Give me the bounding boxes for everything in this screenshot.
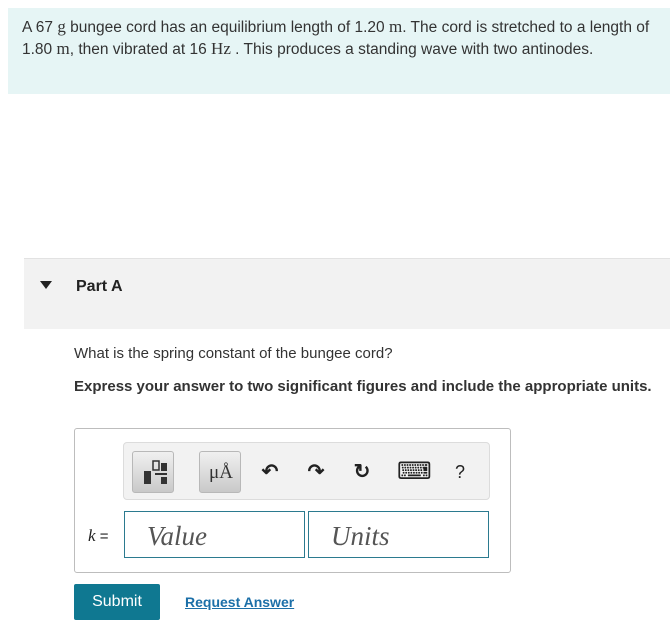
redo-icon[interactable]: ↷ xyxy=(303,459,329,485)
keyboard-icon[interactable]: ⌨ xyxy=(397,459,432,485)
unit-grams: g xyxy=(57,17,66,36)
question-text: What is the spring constant of the bunge… xyxy=(74,345,393,362)
answer-area: μÅ ↶ ↷ ↻ ⌨ ? k = Value Units xyxy=(74,428,511,573)
unit-hertz: Hz xyxy=(211,39,231,58)
units-input[interactable]: Units xyxy=(308,511,489,558)
problem-text-5: . This produces a standing wave with two… xyxy=(230,41,594,58)
unit-meters-2: m xyxy=(56,39,70,58)
math-toolbar: μÅ ↶ ↷ ↻ ⌨ ? xyxy=(123,442,490,500)
reset-icon[interactable]: ↻ xyxy=(349,459,375,485)
variable-k: k xyxy=(88,526,96,545)
unit-meters-1: m xyxy=(388,17,403,36)
part-a-header[interactable]: Part A xyxy=(24,258,670,329)
undo-icon[interactable]: ↶ xyxy=(257,459,283,485)
problem-text-2: bungee cord has an equilibrium length of… xyxy=(65,19,389,36)
problem-text-4: , then vibrated at 16 xyxy=(69,41,212,58)
value-input[interactable]: Value xyxy=(124,511,305,558)
answer-variable-label: k = xyxy=(88,526,108,546)
collapse-caret-icon[interactable] xyxy=(40,281,52,289)
problem-statement: A 67 g bungee cord has an equilibrium le… xyxy=(8,8,670,94)
templates-icon xyxy=(144,460,167,484)
units-button[interactable]: μÅ xyxy=(199,451,241,493)
submit-button[interactable]: Submit xyxy=(74,584,160,620)
help-icon[interactable]: ? xyxy=(447,459,473,485)
answer-instructions: Express your answer to two significant f… xyxy=(74,378,652,395)
equals-sign: = xyxy=(95,528,109,545)
part-title: Part A xyxy=(76,278,123,295)
request-answer-link[interactable]: Request Answer xyxy=(185,594,294,610)
problem-text-1: A 67 xyxy=(22,19,58,36)
units-icon: μÅ xyxy=(209,462,233,483)
templates-button[interactable] xyxy=(132,451,174,493)
